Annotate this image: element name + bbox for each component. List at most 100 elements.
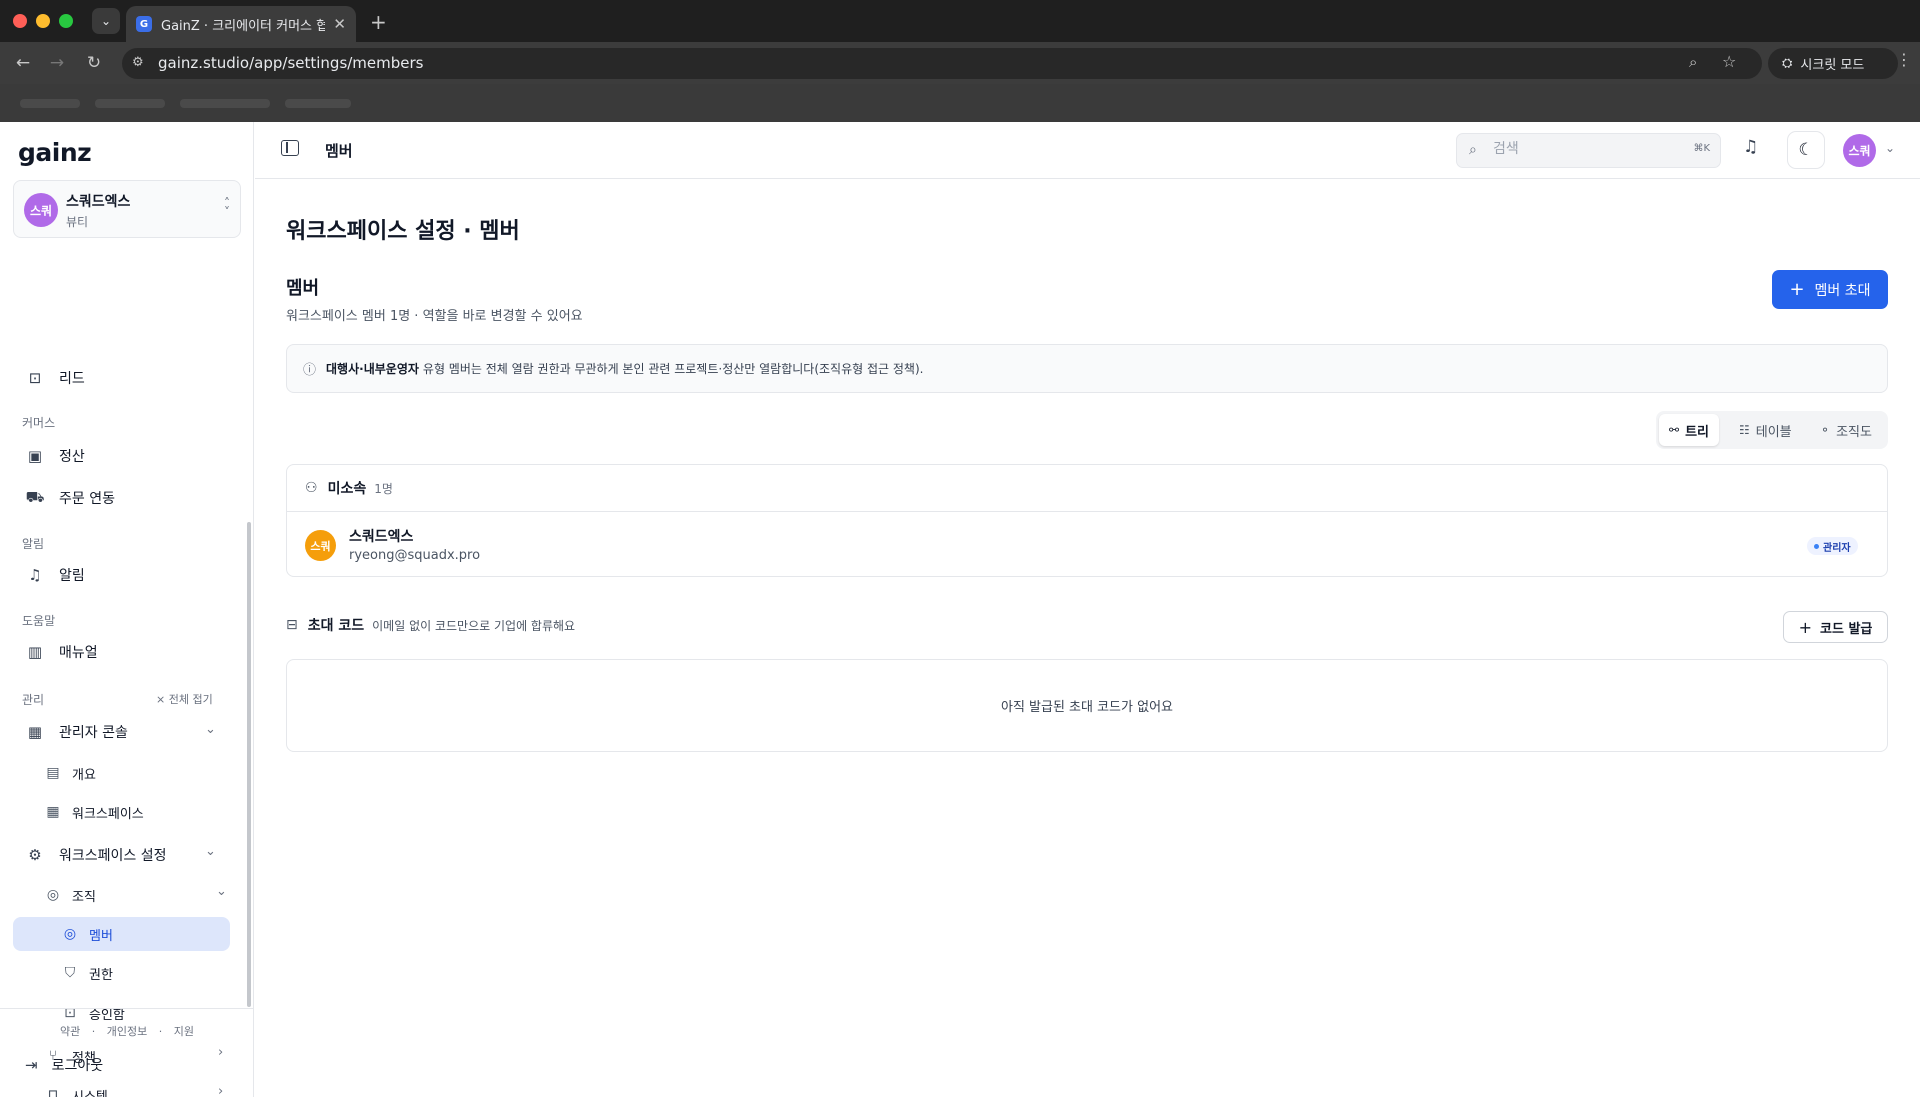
- footer-separator: ·: [91, 1025, 96, 1038]
- sidebar-item-label: 멤버: [89, 928, 113, 944]
- member-email: ryeong@squadx.pro: [349, 548, 481, 563]
- chevron-down-icon[interactable]: ⌄: [205, 722, 216, 737]
- sidebar-toggle-icon[interactable]: [281, 140, 299, 156]
- members-section-description: 워크스페이스 멤버 1명 · 역할을 바로 변경할 수 있어요: [286, 309, 583, 324]
- zoom-icon[interactable]: ⌕: [1689, 53, 1697, 71]
- bookmark-item[interactable]: [95, 99, 165, 108]
- sidebar-scrollbar[interactable]: [247, 522, 251, 1007]
- incognito-label: 시크릿 모드: [1800, 58, 1865, 73]
- sidebar-item-label: 관리자 콘솔: [59, 725, 128, 741]
- view-option-table[interactable]: ☷ 테이블: [1729, 414, 1802, 446]
- cart-icon: ⛟: [25, 488, 45, 506]
- sidebar-item-order-sync[interactable]: ⛟ 주문 연동: [13, 481, 243, 515]
- collapse-all-button[interactable]: ⨯ 전체 접기: [156, 691, 213, 707]
- plus-icon: +: [1798, 617, 1813, 637]
- gainz-logo[interactable]: gainz: [18, 138, 92, 167]
- sidebar-item-members[interactable]: ◎ 멤버: [13, 917, 230, 951]
- search-input[interactable]: [1493, 141, 1673, 157]
- sidebar-item-label: 매뉴얼: [59, 645, 98, 661]
- notice-text: 유형 멤버는 전체 열람 권한과 무관하게 본인 관련 프로젝트·정산만 열람합…: [422, 362, 924, 376]
- sidebar-item-settlement[interactable]: ▣ 정산: [13, 439, 243, 473]
- logout-icon: ⇥: [25, 1056, 38, 1074]
- workspace-category: 뷰티: [66, 215, 89, 229]
- bookmark-item[interactable]: [180, 99, 270, 108]
- browser-menu-icon[interactable]: ⋮: [1896, 50, 1912, 69]
- bookmark-star-icon[interactable]: ☆: [1722, 52, 1736, 71]
- browser-tab[interactable]: G GainZ · 크리에이터 커머스 협업 C ✕: [126, 6, 356, 42]
- workspace-switcher[interactable]: 스쿼 스쿼드엑스 뷰티 ˄ ˅: [13, 180, 241, 238]
- notification-bell-icon[interactable]: ♫: [1743, 137, 1758, 157]
- footer-separator: ·: [158, 1025, 163, 1038]
- back-icon[interactable]: ←: [11, 51, 35, 75]
- workspace-avatar: 스쿼: [24, 193, 58, 227]
- support-link[interactable]: 지원: [174, 1025, 194, 1038]
- incognito-icon: ⛭: [1782, 56, 1793, 71]
- members-section-title: 멤버: [286, 278, 320, 299]
- close-tab-icon[interactable]: ✕: [333, 15, 346, 33]
- address-bar[interactable]: ⚙ gainz.studio/app/settings/members ⌕ ☆: [122, 48, 1762, 79]
- bookmark-item[interactable]: [20, 99, 80, 108]
- invite-member-button[interactable]: + 멤버 초대: [1772, 270, 1888, 309]
- bell-icon: ♫: [28, 566, 42, 584]
- chevron-down-icon[interactable]: ⌄: [216, 884, 227, 899]
- view-option-tree[interactable]: ⚯ 트리: [1659, 414, 1719, 446]
- sidebar-item-workspace[interactable]: ▦ 워크스페이스: [44, 795, 229, 829]
- forward-icon[interactable]: →: [45, 51, 69, 75]
- browser-tab-strip: ⌄ G GainZ · 크리에이터 커머스 협업 C ✕ +: [0, 0, 1920, 42]
- role-badge[interactable]: 관리자: [1807, 537, 1858, 555]
- shield-icon: ⛉: [64, 965, 76, 981]
- bookmark-item[interactable]: [285, 99, 351, 108]
- wallet-icon: ▣: [27, 447, 43, 465]
- new-tab-button[interactable]: +: [370, 10, 387, 34]
- group-count: 1명: [374, 481, 393, 496]
- tab-search-button[interactable]: ⌄: [92, 8, 120, 34]
- member-name: 스쿼드엑스: [349, 529, 414, 545]
- theme-toggle-moon-icon[interactable]: ☾: [1787, 131, 1825, 169]
- section-label-help: 도움말: [22, 614, 56, 628]
- view-option-org-chart[interactable]: ⚬ 조직도: [1810, 414, 1882, 446]
- logout-button[interactable]: ⇥ 로그아웃: [25, 1055, 103, 1075]
- plus-icon: +: [1789, 279, 1805, 300]
- notice-highlight: 대행사·내부운영자: [326, 362, 419, 376]
- reload-icon[interactable]: ↻: [82, 51, 106, 75]
- sidebar-item-permissions[interactable]: ⛉ 권한: [61, 956, 246, 990]
- page-title: 워크스페이스 설정 · 멤버: [286, 219, 520, 244]
- minimize-window-button[interactable]: [36, 14, 50, 28]
- section-label-commerce: 커머스: [22, 416, 56, 430]
- maximize-window-button[interactable]: [59, 14, 73, 28]
- url-text[interactable]: gainz.studio/app/settings/members: [158, 54, 424, 72]
- site-info-icon[interactable]: ⚙: [132, 55, 144, 70]
- user-avatar[interactable]: 스쿼: [1843, 134, 1876, 167]
- building-icon: ▦: [46, 804, 60, 820]
- sidebar-item-label: 리드: [59, 371, 85, 387]
- sidebar-item-leads[interactable]: ⊡ 리드: [13, 361, 243, 395]
- users-icon: ⚇: [305, 480, 318, 496]
- collapse-icon: ⨯: [156, 693, 169, 706]
- sidebar-item-organization[interactable]: ◎ 조직: [44, 878, 229, 912]
- book-icon: ▥: [27, 643, 43, 661]
- group-header[interactable]: ⚇ 미소속 1명: [287, 465, 1887, 512]
- privacy-link[interactable]: 개인정보: [107, 1025, 147, 1038]
- search-box[interactable]: ⌕ ⌘K: [1456, 133, 1721, 168]
- member-avatar: 스쿼: [305, 530, 336, 561]
- top-bar: 멤버 ⌕ ⌘K ♫ ☾ 스쿼 ⌄: [255, 122, 1920, 179]
- sidebar-item-alerts[interactable]: ♫ 알림: [13, 558, 243, 592]
- user-circle-icon: ◎: [46, 887, 60, 903]
- issue-code-button[interactable]: + 코드 발급: [1783, 611, 1888, 643]
- member-group-card: ⚇ 미소속 1명 스쿼 스쿼드엑스 ryeong@squadx.pro 관리자: [286, 464, 1888, 577]
- sidebar-item-overview[interactable]: ▤ 개요: [44, 756, 229, 790]
- sidebar-item-manual[interactable]: ▥ 매뉴얼: [13, 635, 243, 669]
- logout-label: 로그아웃: [51, 1058, 104, 1074]
- user-circle-icon: ◎: [63, 926, 77, 942]
- workspace-name: 스쿼드엑스: [66, 194, 131, 210]
- chevron-down-icon[interactable]: ⌄: [205, 844, 216, 859]
- close-window-button[interactable]: [13, 14, 27, 28]
- incognito-badge[interactable]: ⛭ 시크릿 모드: [1768, 48, 1898, 79]
- search-shortcut: ⌘K: [1693, 143, 1710, 154]
- chevron-down-icon[interactable]: ⌄: [1885, 141, 1895, 155]
- building-icon: ▦: [27, 723, 43, 741]
- sidebar-item-label: 워크스페이스 설정: [59, 848, 167, 864]
- invite-member-label: 멤버 초대: [1814, 282, 1871, 299]
- info-icon: ⓘ: [303, 363, 317, 378]
- terms-link[interactable]: 약관: [60, 1025, 80, 1038]
